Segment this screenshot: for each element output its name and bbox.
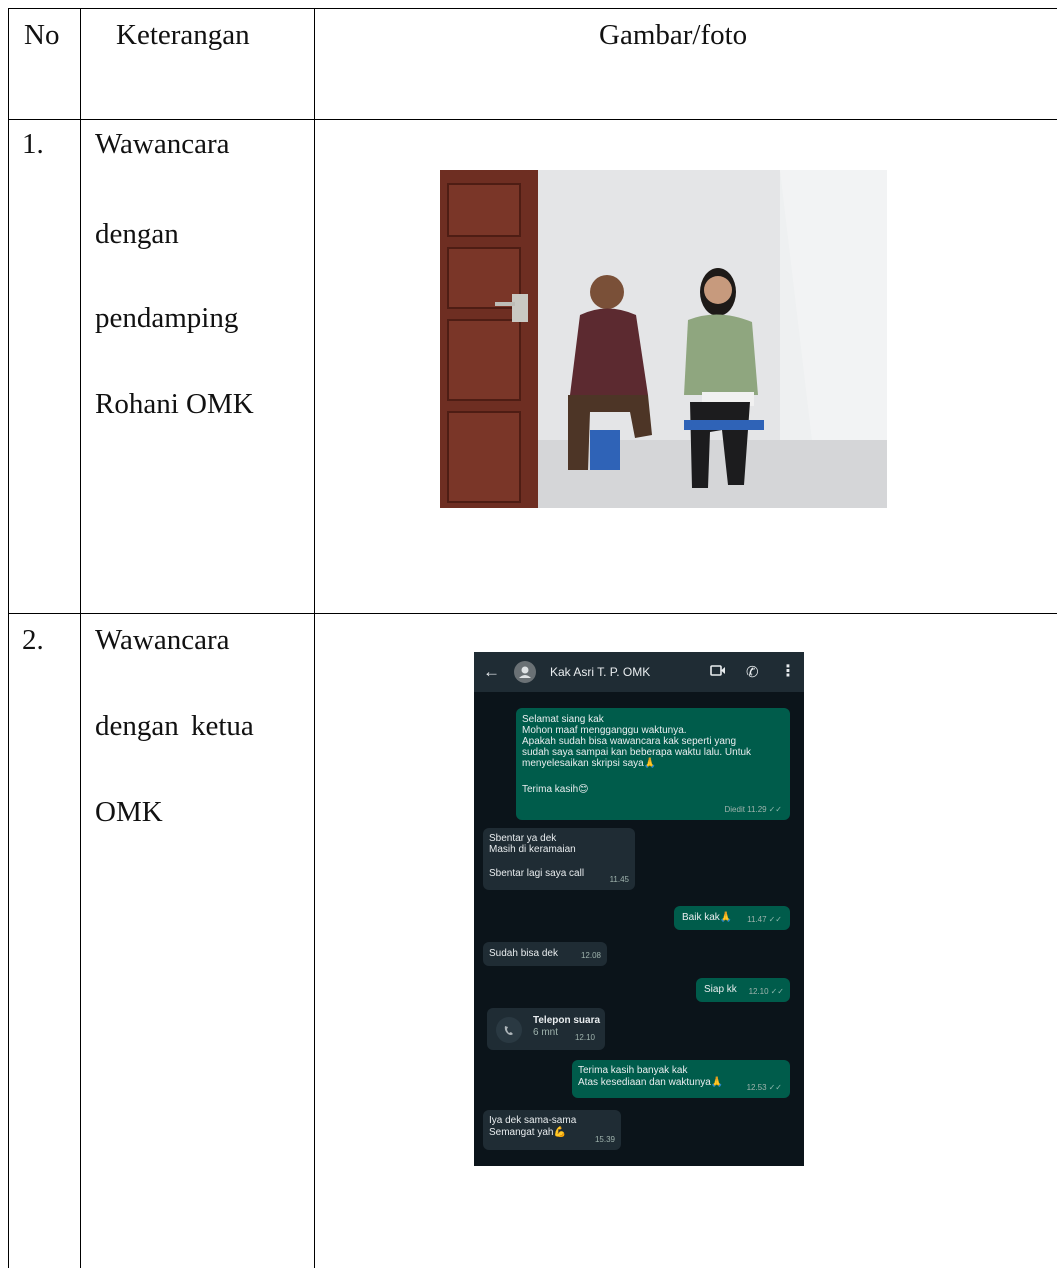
- message-line: menyelesaikan skripsi saya🙏: [522, 758, 657, 769]
- contact-name[interactable]: Kak Asri T. P. OMK: [550, 665, 650, 679]
- row-2-description-line: OMK: [95, 796, 163, 828]
- interview-photo: [440, 170, 887, 508]
- row-1-description-line: Rohani OMK: [95, 388, 254, 420]
- message-line: Atas kesediaan dan waktunya🙏: [578, 1077, 724, 1088]
- row-1-description-line: dengan: [95, 218, 179, 250]
- message-line: Semangat yah💪: [489, 1127, 566, 1138]
- chat-message-outgoing: Selamat siang kak Mohon maaf mengganggu …: [516, 708, 790, 820]
- chat-message-outgoing: Siap kk 12.10 ✓✓: [696, 978, 790, 1002]
- row-2-description-line: dengan ketua: [95, 710, 254, 742]
- chat-message-incoming: Iya dek sama-sama Semangat yah💪 15.39: [483, 1110, 621, 1150]
- table-top-border: [8, 8, 1057, 9]
- message-line: Baik kak🙏: [682, 912, 733, 923]
- chat-message-incoming: Sudah bisa dek 12.08: [483, 942, 607, 966]
- chat-message-outgoing: Baik kak🙏 11.47 ✓✓: [674, 906, 790, 930]
- read-receipt-icon: ✓✓: [770, 987, 784, 996]
- person-icon[interactable]: [514, 661, 536, 683]
- table-left-border: [8, 8, 9, 1268]
- phone-icon[interactable]: ✆: [746, 663, 759, 681]
- message-line: Siap kk: [704, 984, 737, 995]
- row-2-number: 2.: [22, 624, 44, 656]
- message-line: Sbentar lagi saya call: [489, 868, 585, 879]
- message-time: 12.10: [574, 1033, 595, 1042]
- row-2-description-line: Wawancara: [95, 624, 230, 656]
- message-line: Terima kasih banyak kak: [578, 1065, 688, 1076]
- header-description: Keterangan: [116, 19, 250, 51]
- row-1-number: 1.: [22, 128, 44, 160]
- message-line: Sudah bisa dek: [489, 948, 558, 959]
- column-divider-2: [314, 8, 315, 1268]
- read-receipt-icon: ✓✓: [768, 915, 782, 924]
- header-image: Gambar/foto: [599, 19, 748, 51]
- message-line: Terima kasih😊: [522, 784, 589, 795]
- video-call-icon[interactable]: [710, 664, 726, 682]
- call-title: Telepon suara: [533, 1015, 601, 1026]
- header-row-bottom-border: [8, 119, 1057, 120]
- read-receipt-icon: ✓✓: [768, 1083, 782, 1092]
- chat-message-incoming: Sbentar ya dek Masih di keramaian Sbenta…: [483, 828, 635, 890]
- call-duration: 6 mnt: [533, 1027, 559, 1038]
- chat-voice-call-record: Telepon suara 6 mnt 12.10: [487, 1008, 605, 1050]
- row-1-description-line: Wawancara: [95, 128, 230, 160]
- row-1-bottom-border: [8, 613, 1057, 614]
- message-time: 15.39: [594, 1135, 615, 1144]
- message-time: Diedit 11.29 ✓✓: [724, 805, 782, 814]
- message-time: 12.53 ✓✓: [746, 1083, 782, 1092]
- row-1-description-line: pendamping: [95, 302, 239, 334]
- chat-message-outgoing: Terima kasih banyak kak Atas kesediaan d…: [572, 1060, 790, 1098]
- message-time: 11.45: [609, 875, 629, 884]
- back-arrow-icon[interactable]: ←: [483, 662, 500, 682]
- column-divider-1: [80, 8, 81, 1268]
- more-vert-icon[interactable]: ⋮: [780, 661, 796, 681]
- message-time: 12.10 ✓✓: [748, 987, 784, 996]
- message-line: Masih di keramaian: [489, 844, 576, 855]
- missed-call-icon: [496, 1017, 522, 1043]
- message-time: 12.08: [580, 951, 601, 960]
- read-receipt-icon: ✓✓: [768, 805, 782, 814]
- message-time: 11.47 ✓✓: [747, 915, 782, 924]
- whatsapp-chat-screenshot: ← Kak Asri T. P. OMK ✆ ⋮ Selamat siang k…: [474, 652, 804, 1166]
- header-no: No: [24, 19, 60, 51]
- message-line: Iya dek sama-sama: [489, 1115, 577, 1126]
- interview-photo-illustration: [440, 170, 887, 508]
- chat-header: ← Kak Asri T. P. OMK ✆ ⋮: [474, 652, 804, 692]
